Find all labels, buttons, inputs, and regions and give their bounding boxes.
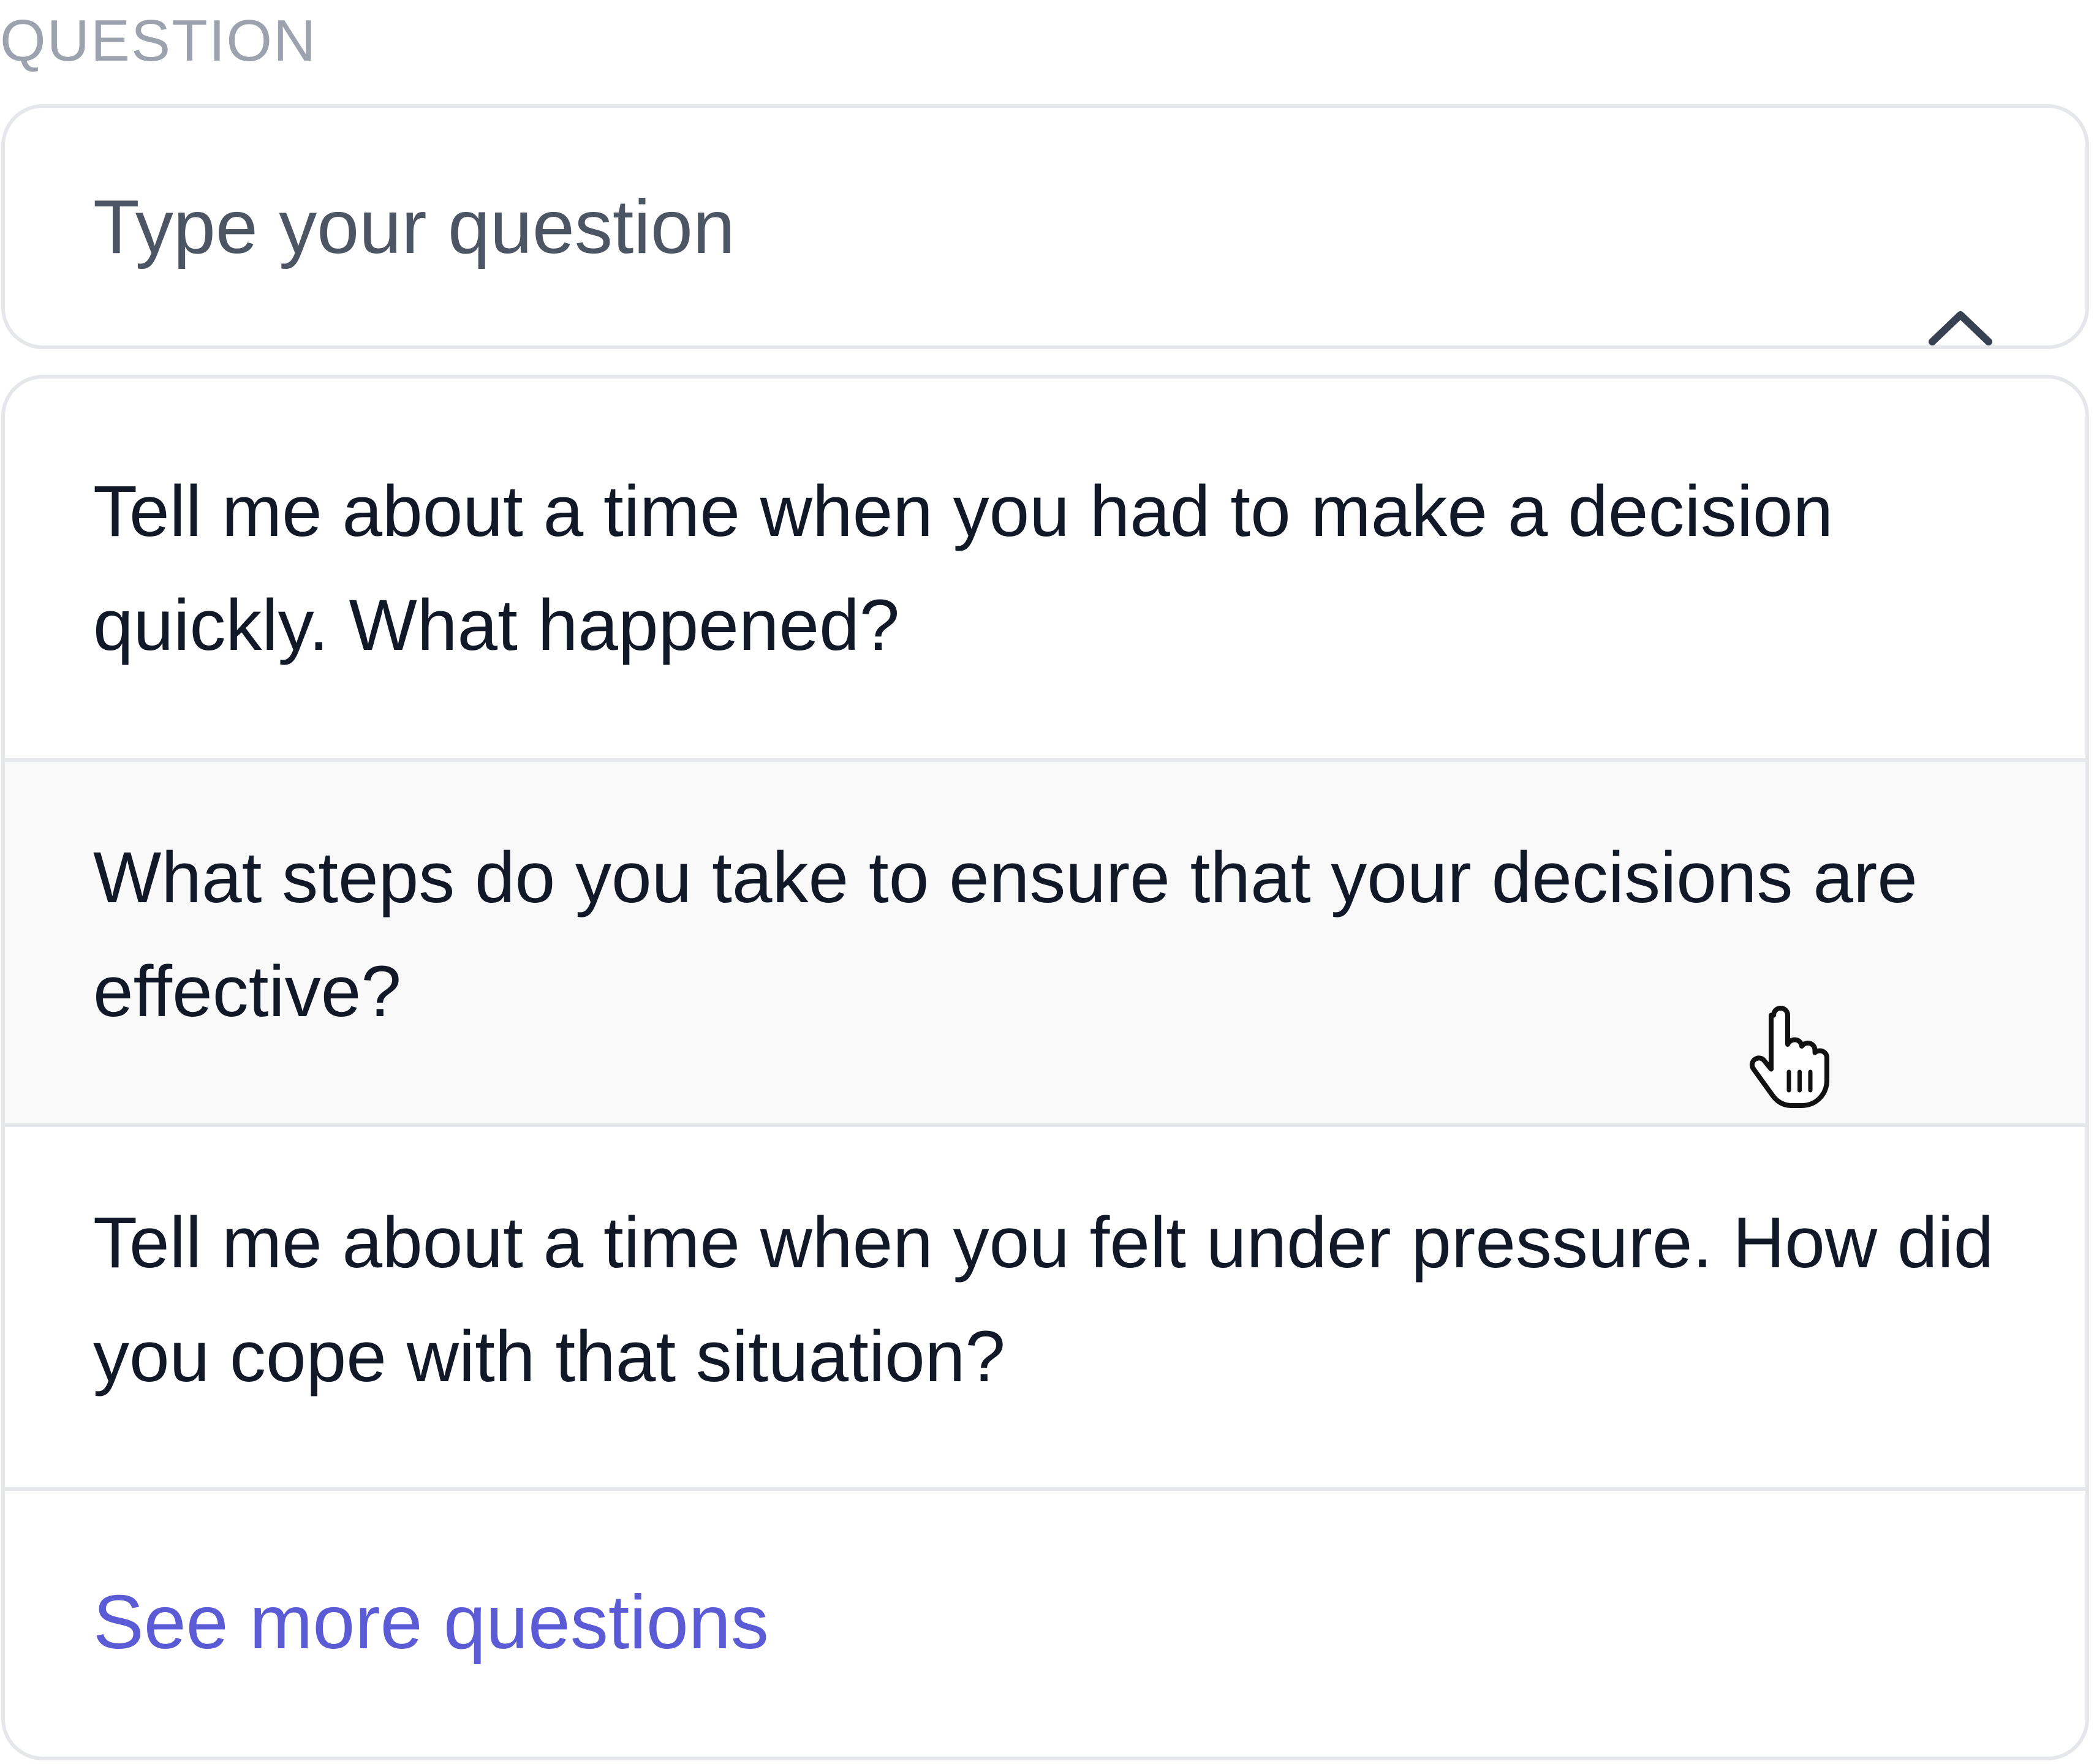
question-input[interactable] [93, 181, 1870, 273]
see-more-questions-link[interactable]: See more questions [93, 1577, 769, 1668]
option-divider [5, 1487, 2085, 1491]
suggestion-option[interactable]: Tell me about a time when you felt under… [5, 1127, 2085, 1491]
question-section-label: QUESTION [0, 8, 317, 74]
question-combobox[interactable] [1, 104, 2089, 349]
chevron-up-icon[interactable] [1924, 304, 1997, 353]
hand-pointer-icon [1749, 1006, 1829, 1108]
suggestion-option[interactable]: Tell me about a time when you had to mak… [5, 379, 2085, 762]
